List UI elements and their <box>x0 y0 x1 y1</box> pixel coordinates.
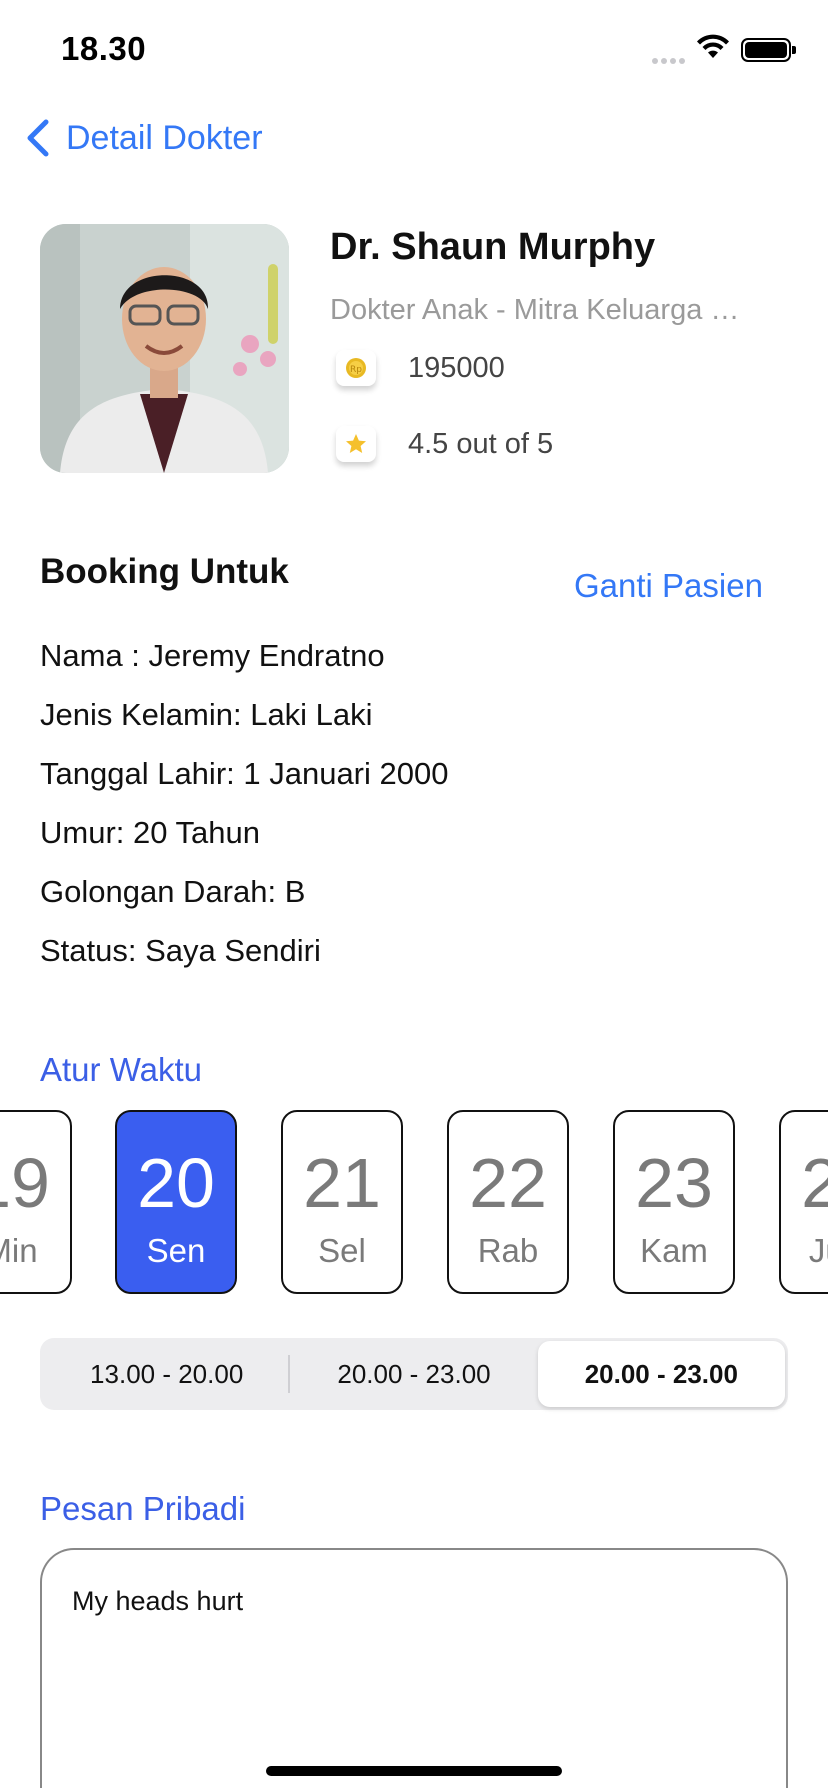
date-number: 22 <box>469 1144 547 1222</box>
home-indicator[interactable] <box>266 1766 562 1776</box>
date-number: 24 <box>801 1144 828 1222</box>
patient-status: Status: Saya Sendiri <box>40 933 321 968</box>
date-day: Jum <box>808 1232 828 1269</box>
svg-text:Rp: Rp <box>350 365 362 375</box>
time-slot-option[interactable]: 20.00 - 23.00 <box>290 1341 537 1407</box>
patient-name: Nama : Jeremy Endratno <box>40 638 385 673</box>
doctor-rating: 4.5 out of 5 <box>408 427 554 460</box>
time-slot-option[interactable]: 13.00 - 20.00 <box>43 1341 291 1407</box>
date-day: Rab <box>477 1232 539 1269</box>
date-day: Sen <box>146 1232 206 1269</box>
nav-back-label: Detail Dokter <box>66 118 263 157</box>
date-card[interactable]: 21 Sel <box>281 1110 403 1294</box>
battery-icon <box>741 38 796 62</box>
date-card[interactable]: 19 Min <box>0 1110 72 1294</box>
rating-row: 4.5 out of 5 <box>336 426 553 462</box>
date-card[interactable]: 23 Kam <box>613 1110 735 1294</box>
booking-title: Booking Untuk <box>40 552 289 591</box>
patient-gender: Jenis Kelamin: Laki Laki <box>40 697 373 732</box>
doctor-name: Dr. Shaun Murphy <box>330 226 656 268</box>
patient-blood-type: Golongan Darah: B <box>40 874 306 909</box>
date-number: 20 <box>137 1144 215 1222</box>
date-card-selected[interactable]: 20 Sen <box>115 1110 237 1294</box>
personal-message-input[interactable] <box>40 1548 788 1788</box>
doctor-price: 195000 <box>408 351 505 384</box>
doctor-photo <box>40 224 289 473</box>
wifi-icon <box>696 34 730 65</box>
date-number: 23 <box>635 1144 713 1222</box>
date-day: Min <box>0 1232 38 1269</box>
date-number: 19 <box>0 1144 50 1222</box>
date-number: 21 <box>303 1144 381 1222</box>
cellular-signal-icon <box>652 51 688 69</box>
change-patient-button[interactable]: Ganti Pasien <box>574 567 763 605</box>
back-button[interactable]: Detail Dokter <box>24 118 263 158</box>
time-slot-option-selected[interactable]: 20.00 - 23.00 <box>537 1341 785 1407</box>
price-row: Rp 195000 <box>336 350 505 386</box>
date-day: Kam <box>640 1232 708 1269</box>
screen: 18.30 Detail Dokter Dr. Shaun Murphy Dok… <box>0 0 828 1792</box>
date-card[interactable]: 22 Rab <box>447 1110 569 1294</box>
patient-birthdate: Tanggal Lahir: 1 Januari 2000 <box>40 756 449 791</box>
date-picker: 19 Min 20 Sen 21 Sel 22 Rab 23 Kam 24 Ju… <box>0 1110 828 1300</box>
date-day: Sel <box>318 1232 366 1269</box>
status-time: 18.30 <box>61 30 147 67</box>
chevron-left-icon <box>27 119 49 157</box>
date-card[interactable]: 24 Jum <box>779 1110 828 1294</box>
time-slot-selector: 13.00 - 20.00 20.00 - 23.00 20.00 - 23.0… <box>40 1338 788 1410</box>
patient-age: Umur: 20 Tahun <box>40 815 260 850</box>
schedule-title: Atur Waktu <box>40 1051 202 1088</box>
message-title: Pesan Pribadi <box>40 1490 246 1527</box>
coin-icon: Rp <box>336 350 376 386</box>
doctor-specialty: Dokter Anak - Mitra Keluarga Kelapa Gadi… <box>330 294 750 326</box>
star-icon <box>336 426 376 462</box>
